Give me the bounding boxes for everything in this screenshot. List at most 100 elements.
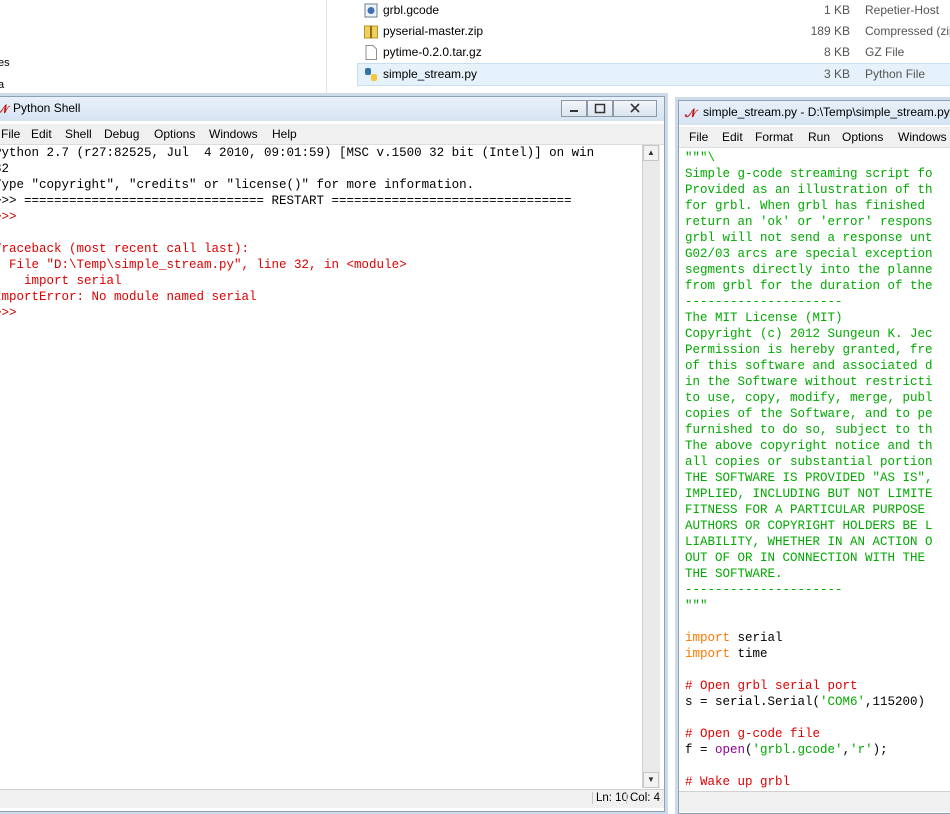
shell-line: Python 2.7 (r27:82525, Jul 4 2010, 09:01… xyxy=(0,146,595,160)
code-comment: # Open g-code file xyxy=(685,727,821,741)
file-row-grbl-gcode[interactable]: grbl.gcode 1 KB Repetier-Host xyxy=(358,0,950,21)
minimize-icon xyxy=(570,110,578,112)
code-text: ( xyxy=(745,743,753,757)
docstring-line: Permission is hereby granted, fre xyxy=(685,343,933,357)
editor-titlebar[interactable]: 𝒩 simple_stream.py - D:\Temp\simple_stre… xyxy=(679,101,950,125)
file-type: GZ File xyxy=(865,45,905,59)
menu-options[interactable]: Options xyxy=(154,127,195,141)
shell-prompt: >>> xyxy=(0,306,17,320)
docstring-line: furnished to do so, subject to th xyxy=(685,423,933,437)
file-row-pytime-tar[interactable]: pytime-0.2.0.tar.gz 8 KB GZ File xyxy=(358,42,950,63)
menu-file[interactable]: File xyxy=(1,127,20,141)
file-name: simple_stream.py xyxy=(383,67,478,81)
docstring-line: copies of the Software, and to pe xyxy=(685,407,933,421)
docstring-line: Copyright (c) 2012 Sungeun K. Jec xyxy=(685,327,933,341)
menu-edit[interactable]: Edit xyxy=(31,127,52,141)
file-size: 3 KB xyxy=(823,67,850,81)
file-name: grbl.gcode xyxy=(383,3,440,17)
docstring-line: --------------------- xyxy=(685,583,843,597)
idle-feather-icon: 𝒩 xyxy=(0,102,9,116)
docstring-line: grbl will not send a response unt xyxy=(685,231,933,245)
scroll-down-arrow-icon[interactable]: ▼ xyxy=(643,772,659,788)
docstring-line: THE SOFTWARE. xyxy=(685,567,783,581)
docstring-line: AUTHORS OR COPYRIGHT HOLDERS BE L xyxy=(685,519,933,533)
file-type: Repetier-Host xyxy=(865,3,940,17)
docstring-line: Provided as an illustration of th xyxy=(685,183,933,197)
docstring-line: of this software and associated d xyxy=(685,359,933,373)
idle-feather-icon: 𝒩 xyxy=(685,106,697,120)
file-row-pyserial-zip[interactable]: pyserial-master.zip 189 KB Compressed (z… xyxy=(358,21,950,42)
minimize-button[interactable] xyxy=(561,100,587,117)
code-line: import time xyxy=(685,646,768,662)
string-literal: 'r' xyxy=(850,743,873,757)
code-line: s = serial.Serial('COM6',115200) xyxy=(685,694,925,710)
docstring-line: OUT OF OR IN CONNECTION WITH THE xyxy=(685,551,933,565)
shell-prompt: >>> xyxy=(0,210,17,224)
file-name: pyserial-master.zip xyxy=(383,24,484,38)
code-line: import serial xyxy=(685,630,783,646)
maximize-button[interactable] xyxy=(587,100,613,117)
maximize-icon xyxy=(594,103,606,114)
docstring-line: from grbl for the duration of the xyxy=(685,279,933,293)
menu-file[interactable]: File xyxy=(689,130,708,144)
shell-error-line: import serial xyxy=(0,274,122,288)
status-col: Col: 4 xyxy=(626,792,663,804)
docstring-line: Simple g-code streaming script fo xyxy=(685,167,933,181)
file-size: 1 KB xyxy=(823,3,850,17)
menu-debug[interactable]: Debug xyxy=(104,127,139,141)
menu-windows[interactable]: Windows xyxy=(209,127,258,141)
shell-line: Type "copyright", "credits" or "license(… xyxy=(0,178,475,192)
file-explorer: es a grbl.gcode 1 KB Repetier-Host pyser… xyxy=(0,0,950,96)
blank-file-icon xyxy=(365,45,377,60)
shell-line: 32 xyxy=(0,162,10,176)
file-size: 189 KB xyxy=(810,24,850,38)
docstring-line: """\ xyxy=(685,151,716,165)
window-title: simple_stream.py - D:\Temp\simple_stream… xyxy=(703,105,950,119)
string-literal: 'COM6' xyxy=(820,695,866,709)
shell-titlebar[interactable]: 𝒩 Python Shell xyxy=(0,97,664,121)
close-icon xyxy=(630,103,640,113)
menu-edit[interactable]: Edit xyxy=(722,130,743,144)
editor-code-area[interactable]: """\ Simple g-code streaming script fo Pro… xyxy=(683,150,950,790)
module-name: time xyxy=(730,647,768,661)
code-line: f = open('grbl.gcode','r'); xyxy=(685,742,888,758)
menu-run[interactable]: Run xyxy=(808,130,830,144)
file-type: Python File xyxy=(865,67,926,81)
shell-menubar: File Edit Shell Debug Options Windows He… xyxy=(0,124,664,145)
close-button[interactable] xyxy=(613,100,657,117)
docstring-line: for grbl. When grbl has finished xyxy=(685,199,933,213)
docstring-line: in the Software without restricti xyxy=(685,375,933,389)
shell-error-line: Traceback (most recent call last): xyxy=(0,242,250,256)
docstring-line: IMPLIED, INCLUDING BUT NOT LIMITE xyxy=(685,487,933,501)
code-text: , xyxy=(842,743,851,757)
code-text: ); xyxy=(872,743,888,757)
file-row-simple-stream[interactable]: simple_stream.py 3 KB Python File xyxy=(357,63,950,86)
menu-options[interactable]: Options xyxy=(842,130,883,144)
code-text: s = serial.Serial( xyxy=(685,695,821,709)
builtin-name: open xyxy=(715,743,746,757)
menu-help[interactable]: Help xyxy=(272,127,297,141)
shell-error-line: File "D:\Temp\simple_stream.py", line 32… xyxy=(0,258,407,272)
gcode-file-icon xyxy=(364,3,378,18)
docstring-line: to use, copy, modify, merge, publ xyxy=(685,391,933,405)
shell-vertical-scrollbar[interactable]: ▲ ▼ xyxy=(642,145,660,788)
file-size: 8 KB xyxy=(823,45,850,59)
docstring-line: The MIT License (MIT) xyxy=(685,311,843,325)
nav-item[interactable]: es xyxy=(0,57,10,69)
editor-window: 𝒩 simple_stream.py - D:\Temp\simple_stre… xyxy=(678,100,950,814)
menu-shell[interactable]: Shell xyxy=(65,127,92,141)
python-file-icon xyxy=(365,68,377,81)
string-literal: 'grbl.gcode' xyxy=(752,743,843,757)
keyword: import xyxy=(685,631,731,645)
keyword: import xyxy=(685,647,731,661)
menu-format[interactable]: Format xyxy=(755,130,793,144)
explorer-nav-pane: es a xyxy=(0,0,327,96)
menu-windows[interactable]: Windows xyxy=(898,130,947,144)
zip-folder-icon xyxy=(364,25,378,39)
docstring-line: """ xyxy=(685,599,708,613)
code-text: f = xyxy=(685,743,716,757)
shell-output[interactable]: Python 2.7 (r27:82525, Jul 4 2010, 09:01… xyxy=(0,145,635,785)
scroll-up-arrow-icon[interactable]: ▲ xyxy=(643,145,659,161)
code-comment: # Wake up grbl xyxy=(685,775,791,789)
nav-item[interactable]: a xyxy=(0,79,4,91)
